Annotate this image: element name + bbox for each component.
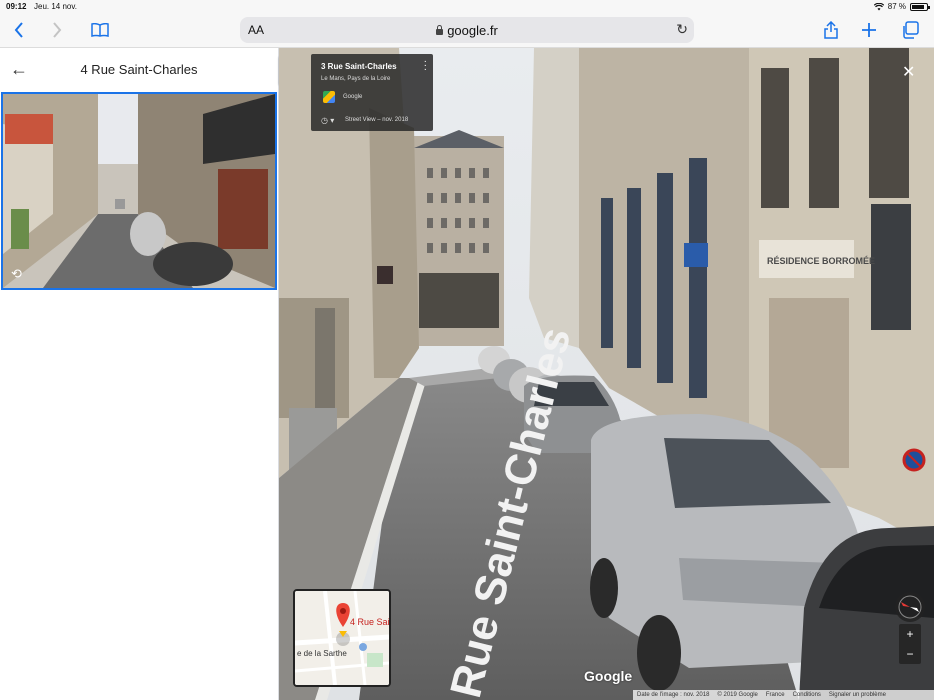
- info-card-subtitle: Le Mans, Pays de la Loire: [321, 76, 391, 82]
- country-link[interactable]: France: [762, 692, 789, 698]
- map-footer: Date de l'image : nov. 2018 © 2019 Googl…: [633, 690, 934, 700]
- building-sign-text: RÉSIDENCE BORROMÉE: [767, 256, 875, 266]
- bookmarks-button[interactable]: [88, 18, 112, 42]
- minimap-place-label: 4 Rue Saint: [350, 617, 390, 627]
- book-icon: [91, 23, 109, 37]
- panel-header: ← 4 Rue Saint-Charles: [0, 48, 278, 92]
- compass-needle-icon: [898, 595, 922, 619]
- lock-icon: [436, 25, 444, 35]
- forward-button[interactable]: [46, 18, 68, 42]
- copyright-text: © 2019 Google: [717, 692, 758, 698]
- google-maps-logo-icon: [323, 91, 335, 103]
- plus-icon: [862, 23, 876, 37]
- domain-text: google.fr: [447, 23, 498, 38]
- minimap[interactable]: 4 Rue Saint e de la Sarthe: [293, 589, 391, 687]
- info-card-capture: Street View – nov. 2018: [345, 117, 409, 123]
- url-domain: google.fr: [240, 23, 694, 38]
- reload-icon[interactable]: ↻: [676, 21, 688, 38]
- info-card-title: 3 Rue Saint-Charles: [321, 62, 397, 71]
- side-panel: ← 4 Rue Saint-Charles ⟲: [0, 48, 279, 700]
- zoom-controls: + −: [899, 624, 921, 664]
- status-right: 87 %: [873, 2, 930, 11]
- browser-toolbar: AA google.fr ↻: [0, 14, 934, 48]
- chevron-right-icon: [53, 22, 62, 38]
- status-bar: 09:12 Jeu. 14 nov. 87 %: [0, 0, 934, 14]
- zoom-in-button[interactable]: +: [899, 624, 921, 644]
- address-bar[interactable]: AA google.fr ↻: [240, 17, 694, 43]
- status-date: Jeu. 14 nov.: [34, 2, 77, 11]
- zoom-out-button[interactable]: −: [899, 644, 921, 664]
- image-date-text: Date de l'image : nov. 2018: [637, 692, 710, 698]
- terms-link[interactable]: Conditions: [789, 692, 825, 698]
- back-button[interactable]: [8, 18, 30, 42]
- panel-title: 4 Rue Saint-Charles: [80, 62, 198, 77]
- minimap-image: [295, 591, 389, 685]
- status-time: 09:12: [6, 2, 27, 11]
- wifi-icon: [873, 2, 884, 10]
- tabs-icon: [903, 21, 919, 39]
- info-card-owner: Google: [343, 94, 363, 100]
- new-tab-button[interactable]: [858, 18, 880, 42]
- clock-icon[interactable]: ◷ ▾: [321, 116, 334, 125]
- close-icon[interactable]: ✕: [902, 62, 915, 82]
- share-icon: [824, 21, 838, 39]
- battery-icon: [910, 2, 930, 11]
- thumbnail-image: [3, 94, 275, 288]
- chevron-left-icon: [14, 22, 23, 38]
- tabs-button[interactable]: [898, 18, 922, 42]
- share-button[interactable]: [820, 18, 842, 42]
- rotate-360-icon: ⟲: [11, 266, 22, 281]
- street-view-thumbnail[interactable]: ⟲: [1, 92, 277, 290]
- more-options-icon[interactable]: · · ·: [424, 57, 427, 75]
- battery-percent: 87 %: [887, 2, 906, 11]
- report-problem-link[interactable]: Signaler un problème: [825, 692, 890, 698]
- google-logo: Google: [584, 668, 633, 684]
- minimap-poi-label: e de la Sarthe: [297, 649, 347, 658]
- compass-icon[interactable]: [895, 592, 925, 622]
- location-info-card: 3 Rue Saint-Charles Le Mans, Pays de la …: [311, 54, 433, 131]
